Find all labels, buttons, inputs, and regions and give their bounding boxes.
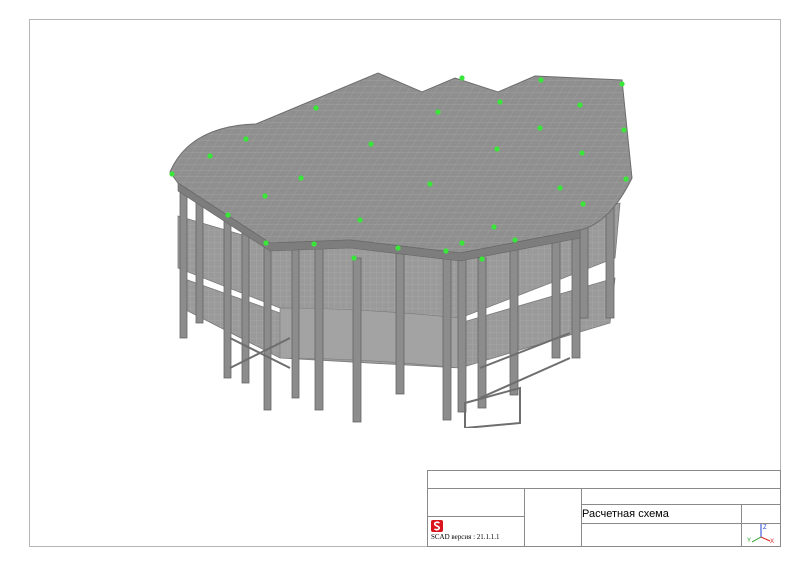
axis-y-label: Y	[747, 538, 751, 543]
scheme-title: Расчетная схема	[582, 508, 669, 520]
scad-logo-icon	[431, 520, 443, 532]
structural-model-view	[169, 72, 633, 428]
axis-x-label: X	[770, 539, 774, 543]
coordinate-axes-icon: Z X Y	[747, 524, 774, 543]
title-block: Расчетная схема SCAD версия : 21.1.1.1 Z…	[427, 470, 781, 547]
scad-version-label: SCAD версия : 21.1.1.1	[431, 533, 500, 541]
axis-z-label: Z	[763, 525, 767, 531]
